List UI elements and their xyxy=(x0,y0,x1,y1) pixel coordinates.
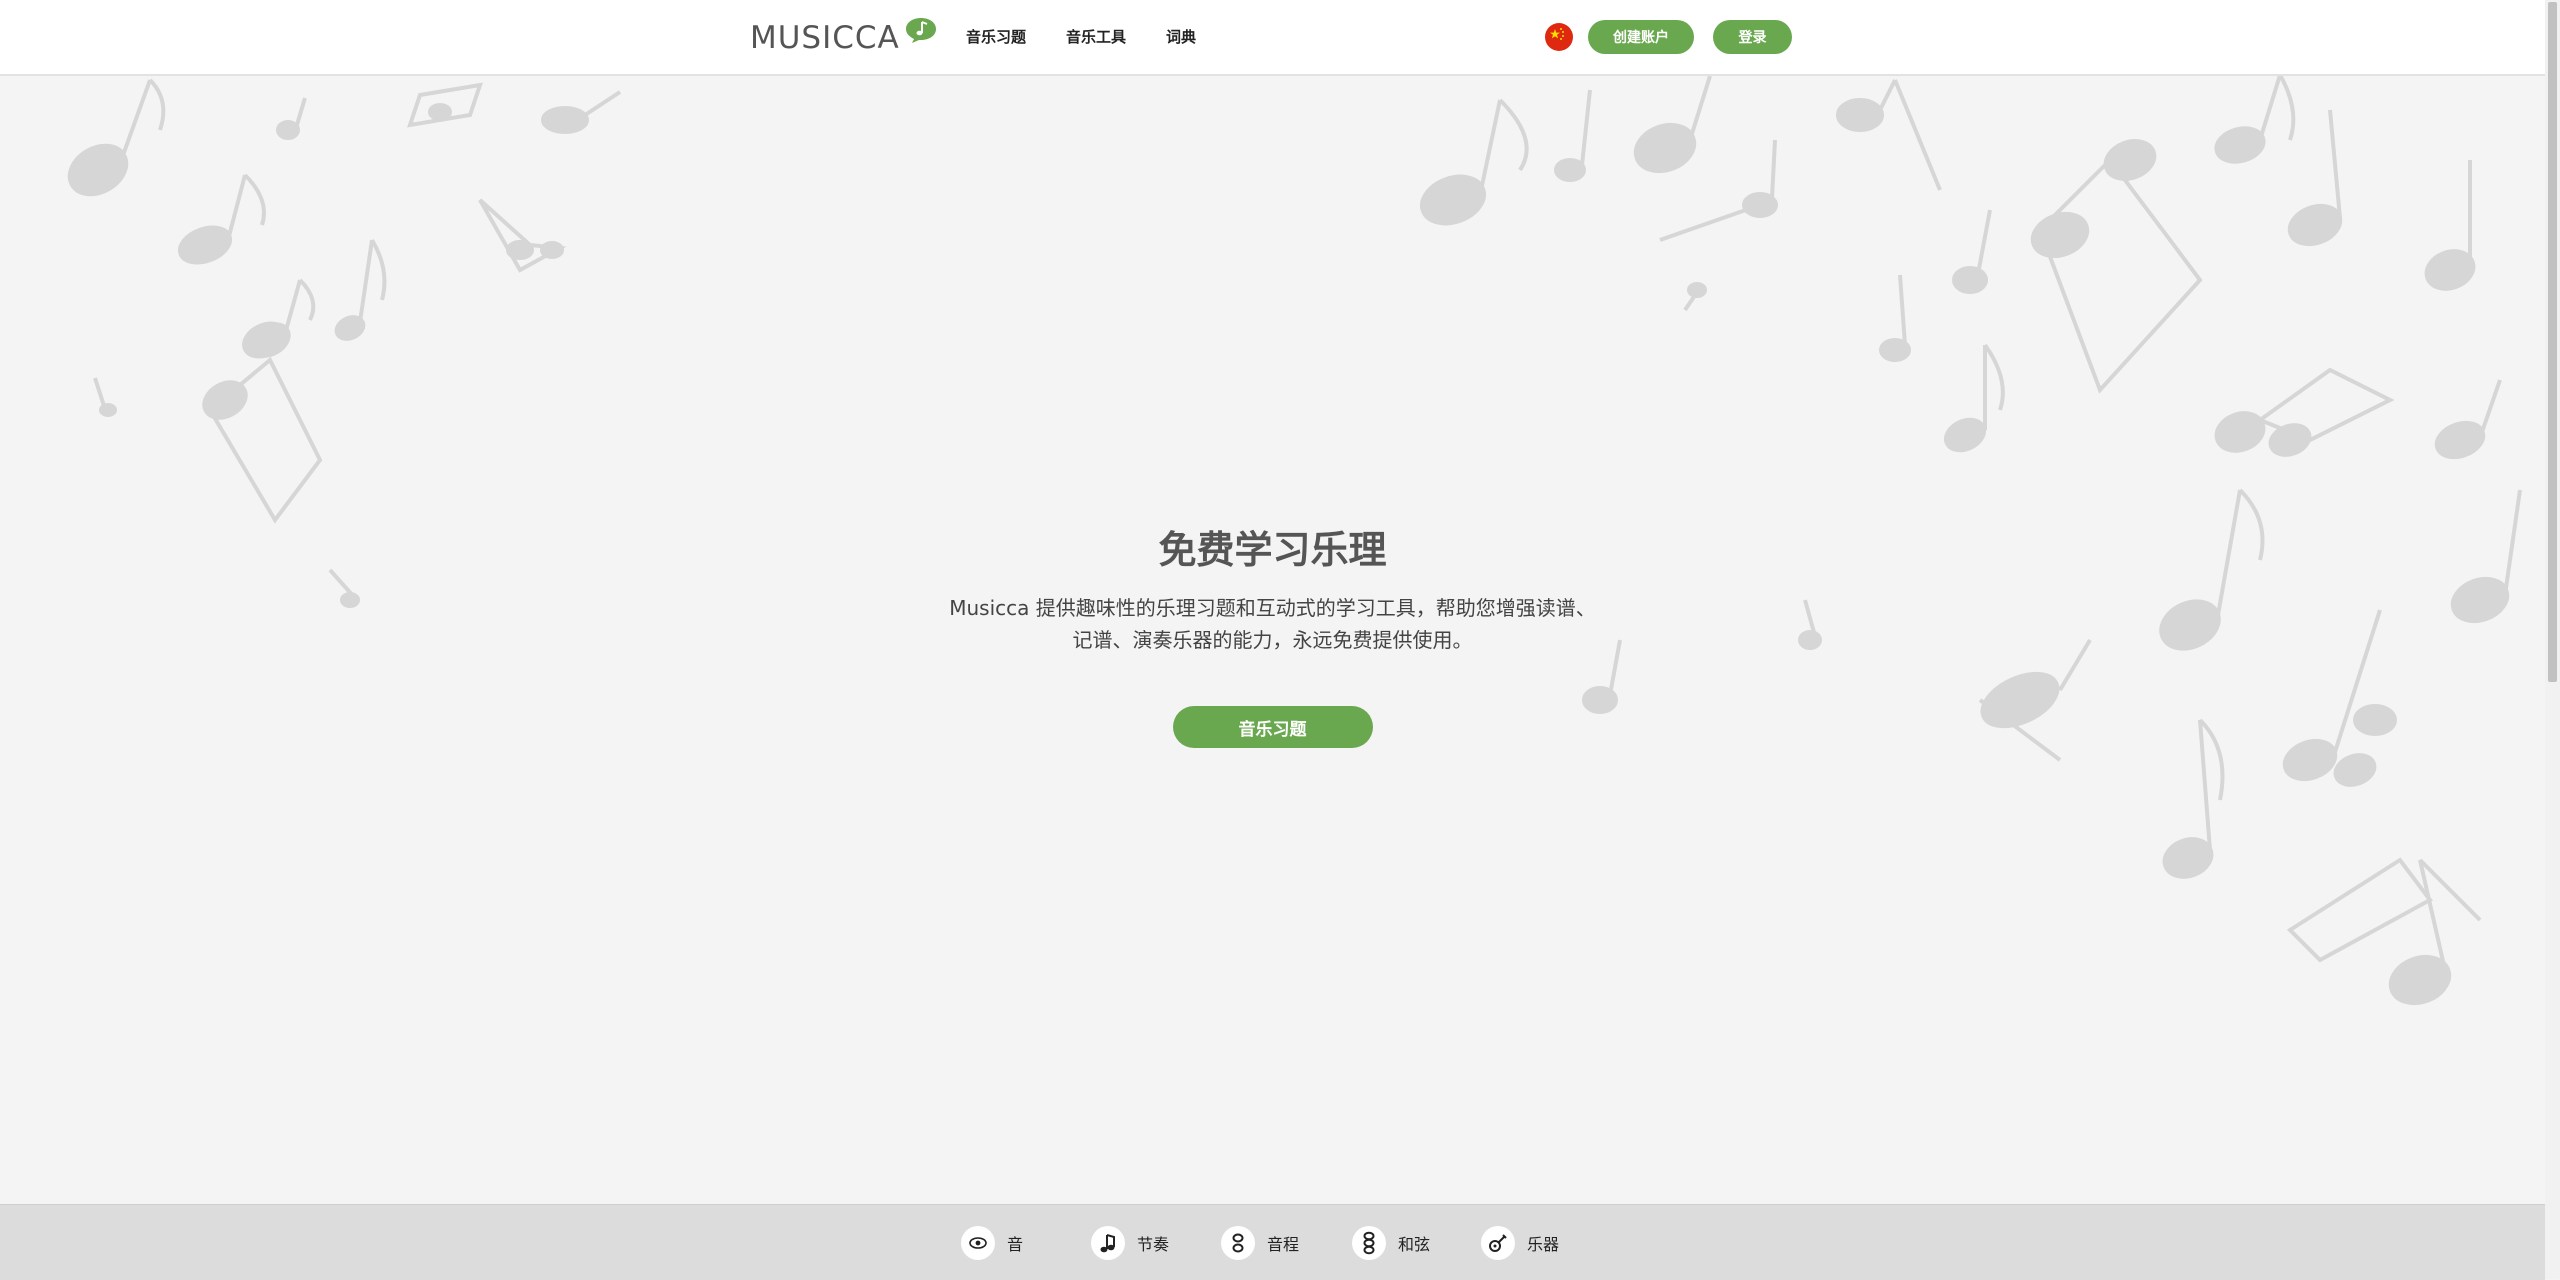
music-exercises-button[interactable]: 音乐习题 xyxy=(1172,706,1373,748)
login-button[interactable]: 登录 xyxy=(1713,20,1792,54)
note-decoration xyxy=(276,97,307,140)
category-label: 音 xyxy=(1007,1235,1024,1254)
note-decoration xyxy=(1836,79,1942,191)
hero-title: 免费学习乐理 xyxy=(1158,528,1387,572)
category-label: 和弦 xyxy=(1398,1235,1431,1254)
note-decoration xyxy=(541,90,622,134)
note-decoration xyxy=(1420,98,1529,226)
note-decoration xyxy=(1554,89,1592,182)
category-label: 音程 xyxy=(1267,1235,1300,1254)
note-decoration xyxy=(407,82,483,128)
note-decoration xyxy=(1683,282,1707,312)
eye-icon xyxy=(961,1226,995,1260)
category-notes[interactable]: 音 xyxy=(961,1225,1023,1261)
note-decoration xyxy=(67,78,166,197)
note-decoration xyxy=(93,377,117,417)
note-decoration xyxy=(2030,139,2203,394)
note-decoration xyxy=(1633,76,1712,174)
nav-music-tools[interactable]: 音乐工具 xyxy=(1066,26,1126,47)
note-decoration xyxy=(2434,379,2502,460)
eighth-note-icon xyxy=(1091,1226,1125,1260)
category-instruments[interactable]: 乐器 xyxy=(1481,1225,1559,1261)
nav-music-exercises[interactable]: 音乐习题 xyxy=(966,26,1026,47)
logo-text: MUSICCA xyxy=(750,20,900,56)
main-nav: 音乐习题 音乐工具 词典 xyxy=(966,26,1236,47)
category-rhythm[interactable]: 节奏 xyxy=(1091,1225,1169,1261)
chord-notes-icon xyxy=(1352,1226,1386,1260)
category-label: 节奏 xyxy=(1137,1235,1170,1254)
hero-description: Musicca 提供趣味性的乐理习题和互动式的学习工具，帮助您增强读谱、 记谱、… xyxy=(933,592,1613,656)
china-flag-icon[interactable] xyxy=(1545,23,1573,51)
nav-dictionary[interactable]: 词典 xyxy=(1166,26,1196,47)
hero-description-line2: 记谱、演奏乐器的能力，永远免费提供使用。 xyxy=(1072,628,1473,652)
note-decoration xyxy=(1943,343,2005,453)
note-decoration xyxy=(1879,274,1911,362)
note-decoration xyxy=(2388,858,2482,1006)
note-decoration xyxy=(478,198,567,273)
category-bar: 音 节奏 音程 和弦 乐器 xyxy=(0,1204,2545,1280)
note-decoration xyxy=(2214,76,2296,164)
musicca-logo[interactable]: MUSICCA xyxy=(750,18,938,58)
category-label: 乐器 xyxy=(1527,1235,1560,1254)
hero-description-line1: Musicca 提供趣味性的乐理习题和互动式的学习工具，帮助您增强读谱、 xyxy=(949,596,1596,620)
guitar-icon xyxy=(1481,1226,1515,1260)
page-scrollbar[interactable] xyxy=(2545,0,2560,1279)
scrollbar-thumb[interactable] xyxy=(2548,2,2557,682)
note-decoration xyxy=(2424,160,2476,291)
note-decoration xyxy=(334,238,387,341)
hero-section: 免费学习乐理 Musicca 提供趣味性的乐理习题和互动式的学习工具，帮助您增强… xyxy=(0,520,2545,748)
note-decoration xyxy=(2286,857,2433,963)
logo-speech-bubble-icon xyxy=(905,18,936,43)
interval-notes-icon xyxy=(1221,1226,1255,1260)
create-account-button[interactable]: 创建账户 xyxy=(1588,20,1694,54)
note-decoration xyxy=(177,173,266,265)
category-chords[interactable]: 和弦 xyxy=(1352,1225,1430,1261)
note-decoration xyxy=(2214,367,2395,457)
category-intervals[interactable]: 音程 xyxy=(1221,1225,1299,1261)
top-header: MUSICCA 音乐习题 音乐工具 词典 创建账户 登录 xyxy=(0,0,2545,76)
note-decoration xyxy=(1952,209,1992,294)
note-decoration xyxy=(202,322,323,524)
